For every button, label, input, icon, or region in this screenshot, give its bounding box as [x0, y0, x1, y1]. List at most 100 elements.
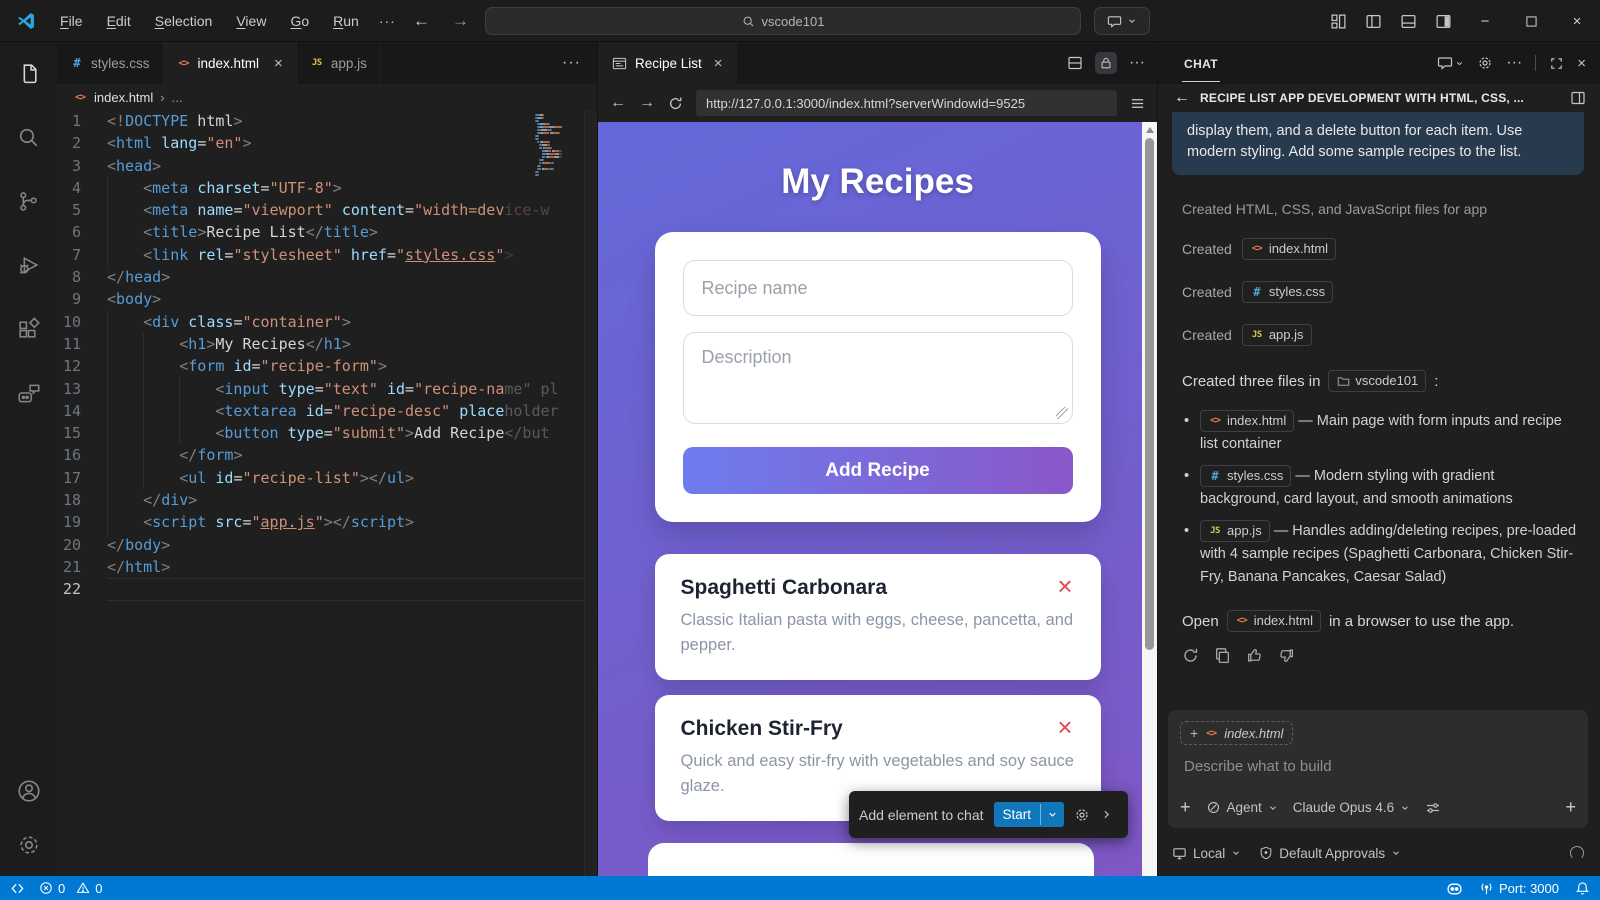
notifications-bell-icon[interactable] — [1575, 881, 1590, 896]
close-browser-tab-icon[interactable]: × — [714, 55, 723, 72]
recipe-description-textarea[interactable] — [683, 332, 1073, 424]
code-line-13: 13 <input type="text" id="recipe-name" p… — [57, 378, 597, 400]
chat-tab[interactable]: CHAT — [1182, 45, 1220, 82]
html-file-icon — [1208, 412, 1222, 430]
toggle-panel-icon[interactable] — [1400, 13, 1417, 30]
close-panel-icon[interactable]: × — [1577, 55, 1586, 72]
maximize-panel-icon[interactable] — [1549, 56, 1564, 71]
menu-selection[interactable]: Selection — [145, 9, 223, 33]
file-chip-index.html[interactable]: index.html — [1227, 610, 1321, 632]
menu-view[interactable]: View — [226, 9, 276, 33]
start-button[interactable]: Start — [994, 802, 1065, 827]
editor-tabs-more[interactable]: ··· — [546, 54, 597, 72]
customize-layout-icon[interactable] — [1330, 13, 1347, 30]
settings-gear-icon[interactable] — [6, 822, 52, 868]
chat-settings-gear-icon[interactable] — [1477, 55, 1493, 71]
new-chat-icon[interactable] — [1437, 55, 1464, 71]
file-chip-app.js[interactable]: app.js — [1242, 324, 1312, 346]
thumbs-down-icon[interactable] — [1278, 647, 1295, 664]
context-chip[interactable]: + index.html — [1180, 721, 1293, 745]
minimize-button[interactable]: − — [1462, 0, 1508, 42]
maximize-button[interactable] — [1508, 0, 1554, 42]
approvals-picker[interactable]: Default Approvals — [1259, 846, 1401, 861]
folder-chip[interactable]: vscode101 — [1328, 370, 1426, 392]
open-chat-editor-icon[interactable] — [1570, 90, 1586, 106]
delete-recipe-button[interactable]: × — [1051, 572, 1078, 600]
chat-input-box[interactable]: + index.html Describe what to build + Ag… — [1168, 710, 1588, 828]
copilot-menu-button[interactable] — [1094, 7, 1150, 35]
menu-file[interactable]: File — [50, 9, 93, 33]
scrollbar-thumb[interactable] — [1145, 138, 1154, 650]
split-editor-icon[interactable] — [1067, 55, 1083, 71]
delete-recipe-button[interactable]: × — [1051, 713, 1078, 741]
editor-tab-app.js[interactable]: app.js — [297, 42, 381, 84]
breadcrumb[interactable]: index.html › ... — [57, 84, 597, 110]
copilot-status-icon[interactable] — [1446, 880, 1463, 897]
hamburger-menu-icon[interactable] — [1130, 96, 1145, 111]
explorer-icon[interactable] — [6, 50, 52, 96]
remote-indicator[interactable] — [10, 881, 25, 896]
editor-tab-styles.css[interactable]: styles.css — [57, 42, 164, 84]
run-debug-icon[interactable] — [6, 242, 52, 288]
browser-tab-label[interactable]: Recipe List — [635, 56, 702, 71]
tools-sliders-icon[interactable] — [1425, 800, 1441, 816]
overlay-settings-gear-icon[interactable] — [1074, 807, 1090, 823]
problems-indicator[interactable]: 0 0 — [39, 881, 102, 896]
port-indicator[interactable]: Port: 3000 — [1479, 881, 1559, 896]
toggle-sidebar-icon[interactable] — [1365, 13, 1382, 30]
thread-back-arrow[interactable]: ← — [1174, 89, 1190, 107]
menu-overflow-button[interactable]: ··· — [369, 9, 406, 33]
browser-scrollbar[interactable] — [1142, 122, 1157, 876]
editor-tab-index.html[interactable]: index.html× — [164, 42, 297, 84]
chat-agents-icon[interactable] — [6, 370, 52, 416]
lock-icon[interactable] — [1095, 52, 1117, 74]
attach-plus-icon[interactable]: + — [1180, 797, 1191, 818]
close-window-button[interactable]: × — [1554, 0, 1600, 42]
send-plus-icon[interactable]: + — [1565, 797, 1576, 818]
editor-scrollbar[interactable] — [584, 110, 597, 876]
copy-icon[interactable] — [1214, 647, 1231, 664]
menu-edit[interactable]: Edit — [97, 9, 141, 33]
environment-picker[interactable]: Local — [1172, 846, 1241, 861]
file-chip-index.html[interactable]: index.html — [1242, 238, 1336, 260]
browser-tab[interactable]: Recipe List × — [598, 42, 737, 84]
url-input[interactable] — [696, 90, 1117, 116]
menu-run[interactable]: Run — [323, 9, 369, 33]
account-icon[interactable] — [6, 768, 52, 814]
browser-more-actions[interactable]: ··· — [1129, 54, 1145, 72]
add-recipe-button[interactable]: Add Recipe — [683, 447, 1073, 494]
file-chip-styles.css[interactable]: styles.css — [1242, 281, 1333, 303]
model-picker[interactable]: Claude Opus 4.6 — [1293, 800, 1410, 815]
search-view-icon[interactable] — [6, 114, 52, 160]
extensions-icon[interactable] — [6, 306, 52, 352]
start-dropdown-icon[interactable] — [1040, 804, 1064, 825]
chat-messages[interactable]: display them, and a delete button for ea… — [1158, 112, 1600, 704]
command-center-search[interactable]: vscode101 — [485, 7, 1081, 35]
recipe-name-input[interactable] — [683, 260, 1073, 316]
code-line-18: 18 </div> — [57, 489, 597, 511]
scroll-up-arrow-icon[interactable] — [1146, 127, 1154, 133]
code-editor[interactable]: 1<!DOCTYPE html>2<html lang="en">3<head>… — [57, 110, 597, 601]
retry-icon[interactable] — [1182, 647, 1199, 664]
breadcrumb-file[interactable]: index.html — [94, 90, 153, 105]
back-arrow-icon[interactable]: ← — [413, 11, 430, 31]
close-tab-icon[interactable]: × — [274, 55, 283, 72]
breadcrumb-more[interactable]: ... — [172, 90, 183, 105]
reload-icon[interactable] — [668, 96, 683, 111]
forward-arrow-icon[interactable]: → — [452, 11, 469, 31]
toggle-secondary-sidebar-icon[interactable] — [1435, 13, 1452, 30]
browser-forward-icon[interactable]: → — [639, 94, 655, 112]
source-control-icon[interactable] — [6, 178, 52, 224]
code-line-17: 17 <ul id="recipe-list"></ul> — [57, 467, 597, 489]
file-chip-styles.css[interactable]: styles.css — [1200, 465, 1291, 487]
file-chip-index.html[interactable]: index.html — [1200, 410, 1294, 432]
file-chip-app.js[interactable]: app.js — [1200, 520, 1270, 542]
menu-go[interactable]: Go — [280, 9, 319, 33]
overlay-chevron-right-icon[interactable] — [1100, 808, 1113, 821]
mode-picker[interactable]: Agent — [1206, 800, 1278, 815]
browser-back-icon[interactable]: ← — [610, 94, 626, 112]
minimap[interactable] — [535, 114, 581, 180]
chat-more-actions[interactable]: ··· — [1506, 54, 1522, 72]
chat-input-placeholder[interactable]: Describe what to build — [1184, 758, 1576, 775]
thumbs-up-icon[interactable] — [1246, 647, 1263, 664]
